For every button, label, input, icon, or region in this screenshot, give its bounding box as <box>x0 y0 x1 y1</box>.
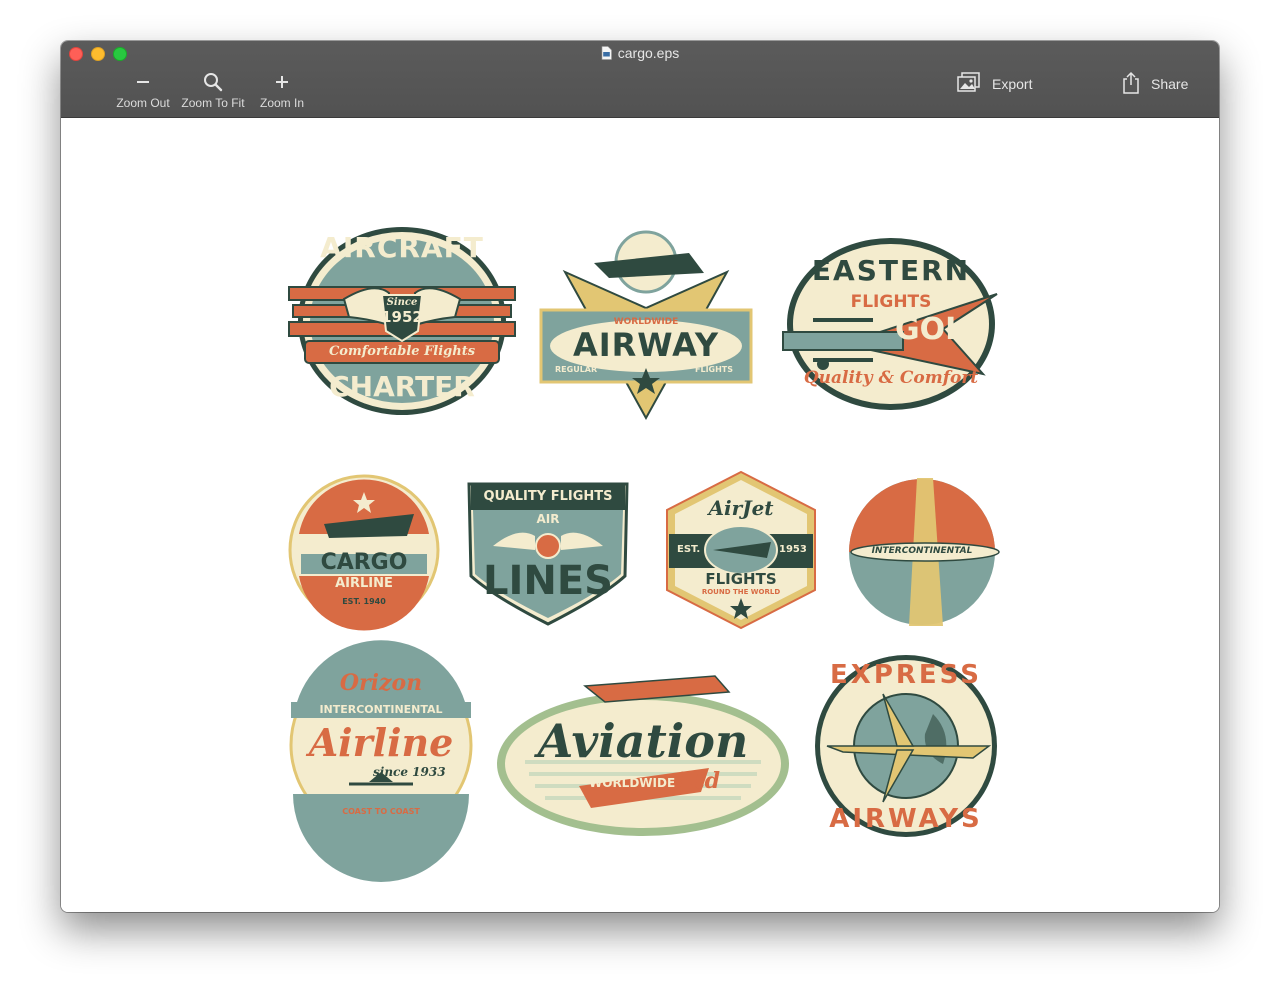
export-photo-icon <box>956 71 982 98</box>
eastern-script-text: Quality & Comfort <box>803 368 979 388</box>
airjet-script-text: AirJet <box>708 496 774 520</box>
eastern-pennant-text: GOLD <box>895 312 990 347</box>
orizon-airline-badge: Orizon INTERCONTINENTAL Airline since 19… <box>289 640 473 882</box>
orizon-bottom-text: COAST TO COAST <box>342 807 420 816</box>
document-canvas: AIRCRAFT Since 1952 Comfortable Flights … <box>61 118 1219 912</box>
air-lines-badge: QUALITY FLIGHTS AIR LINES <box>463 476 633 626</box>
airlines-air-text: AIR <box>536 512 560 526</box>
window-title: cargo.eps <box>61 45 1219 61</box>
export-label: Export <box>992 76 1033 92</box>
aircraft-script-text: Comfortable Flights <box>328 344 476 359</box>
eastern-mid-text: FLIGHTS <box>850 292 932 312</box>
aircraft-charter-badge: AIRCRAFT Since 1952 Comfortable Flights … <box>288 221 516 421</box>
share-button[interactable]: Share <box>1121 69 1188 99</box>
orizon-since-text: since 1933 <box>373 765 446 779</box>
window-title-text: cargo.eps <box>617 45 680 61</box>
cargo-airline-badge: CARGO AIRLINE EST. 1940 <box>288 474 440 631</box>
airway-right-text: FLIGHTS <box>695 365 734 374</box>
express-top-text: EXPRESS <box>830 660 982 690</box>
orizon-sub-text: INTERCONTINENTAL <box>319 703 443 716</box>
eps-document-icon <box>601 46 612 60</box>
plus-icon <box>257 69 307 95</box>
eastern-top-text: EASTERN <box>811 254 971 287</box>
airjet-est-text: EST. <box>677 544 701 555</box>
orizon-script-text: Orizon <box>339 670 423 696</box>
aircraft-top-text: AIRCRAFT <box>320 231 484 264</box>
airlines-lines-text: LINES <box>483 558 613 604</box>
express-bottom-text: AIRWAYS <box>829 804 983 834</box>
zoom-out-label: Zoom Out <box>116 96 170 110</box>
airjet-flights-badge: AirJet EST. 1953 FLIGHTS ROUND THE WORLD <box>663 470 819 630</box>
cargo-main-text: CARGO <box>320 550 408 575</box>
eastern-flights-badge: EASTERN FLIGHTS GOLD Quality & Comfort <box>782 234 999 414</box>
share-icon <box>1121 71 1141 98</box>
magnifier-icon <box>179 69 247 95</box>
export-button[interactable]: Export <box>956 69 1032 99</box>
cargo-sub-text: AIRLINE <box>335 576 393 591</box>
zoom-out-button[interactable]: Zoom Out <box>111 69 175 110</box>
zoom-in-button[interactable]: Zoom In <box>257 69 307 110</box>
aviation-badge: Aviation WORLDWIDE Ltd <box>495 658 791 838</box>
airjet-year-text: 1953 <box>779 544 807 555</box>
zoom-to-fit-label: Zoom To Fit <box>181 96 245 110</box>
minus-icon <box>111 69 175 95</box>
zoom-to-fit-button[interactable]: Zoom To Fit <box>179 69 247 110</box>
airway-left-text: REGULAR <box>555 365 598 374</box>
intercontinental-badge: INTERCONTINENTAL <box>847 478 1000 626</box>
orizon-main-text: Airline <box>308 720 454 765</box>
aircraft-since-text: Since <box>386 297 418 308</box>
aviation-main-text: Aviation <box>537 714 749 768</box>
aviation-sub-text: WORLDWIDE <box>589 776 676 790</box>
titlebar: cargo.eps Zoom Out Zoom To Fit Zoom In E… <box>61 41 1219 118</box>
share-label: Share <box>1151 76 1189 92</box>
intercontinental-text: INTERCONTINENTAL <box>871 546 973 556</box>
airjet-main-text: FLIGHTS <box>705 570 777 588</box>
cargo-est-text: EST. 1940 <box>342 597 386 606</box>
preview-window: cargo.eps Zoom Out Zoom To Fit Zoom In E… <box>61 41 1219 912</box>
aircraft-bottom-text: CHARTER <box>329 370 475 403</box>
aviation-ltd-text: Ltd <box>679 768 721 794</box>
aircraft-year-text: 1952 <box>381 308 423 326</box>
airway-main-text: AIRWAY <box>572 326 720 364</box>
airjet-sub-text: ROUND THE WORLD <box>701 588 781 596</box>
express-airways-badge: EXPRESS AIRWAYS <box>813 654 999 838</box>
airlines-top-text: QUALITY FLIGHTS <box>483 489 613 504</box>
airway-badge: WORLDWIDE AIRWAY REGULAR FLIGHTS <box>539 218 753 421</box>
zoom-in-label: Zoom In <box>259 96 304 110</box>
